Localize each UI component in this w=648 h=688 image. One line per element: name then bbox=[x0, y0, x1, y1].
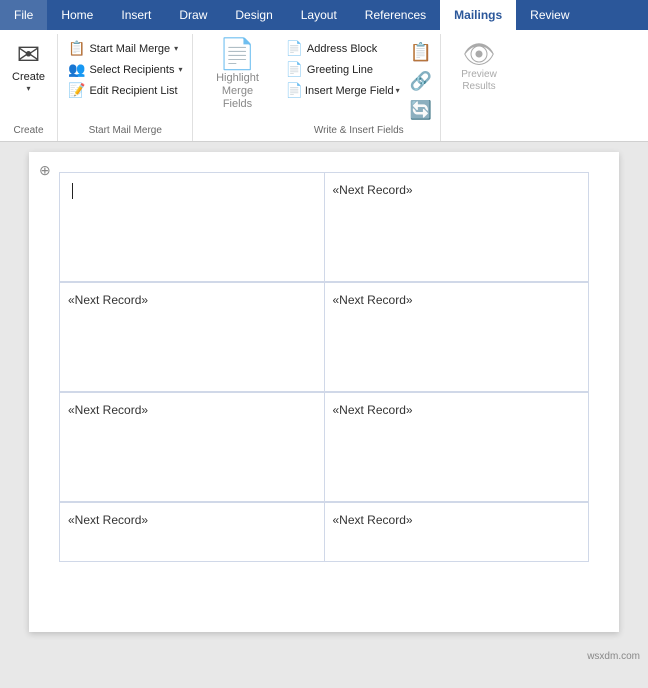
next-record-2-0: «Next Record» bbox=[68, 403, 148, 417]
ribbon: File Home Insert Draw Design Layout Refe… bbox=[0, 0, 648, 142]
insert-merge-field-icon: 📄 bbox=[285, 82, 302, 99]
start-mail-merge-label: Start Mail Merge bbox=[89, 43, 170, 55]
match-fields-icon: 🔗 bbox=[410, 71, 432, 92]
tab-file[interactable]: File bbox=[0, 0, 47, 30]
doc-cell-3-0: «Next Record» bbox=[59, 502, 324, 562]
tab-draw[interactable]: Draw bbox=[165, 0, 221, 30]
select-recipients-chevron: ▾ bbox=[178, 65, 182, 74]
edit-recipient-list-button[interactable]: 📝 Edit Recipient List bbox=[64, 80, 186, 101]
select-recipients-icon: 👥 bbox=[68, 61, 85, 78]
update-labels-icon: 🔄 bbox=[410, 100, 432, 121]
doc-cell-0-0 bbox=[59, 172, 324, 282]
highlight-label: Highlight Merge Fields bbox=[207, 72, 267, 112]
tab-bar: File Home Insert Draw Design Layout Refe… bbox=[0, 0, 648, 30]
start-mail-merge-button[interactable]: 📋 Start Mail Merge ▾ bbox=[64, 38, 186, 59]
next-record-3-0: «Next Record» bbox=[68, 513, 148, 527]
move-handle[interactable]: ⊕ bbox=[39, 162, 51, 179]
greeting-line-icon: 📄 bbox=[285, 61, 302, 78]
doc-cell-2-1: «Next Record» bbox=[324, 392, 590, 502]
create-label: Create bbox=[12, 71, 45, 84]
doc-row-3: «Next Record» «Next Record» bbox=[59, 502, 589, 562]
text-cursor bbox=[72, 183, 73, 199]
highlight-icon: 📄 bbox=[219, 40, 256, 70]
write-insert-group-label: Write & Insert Fields bbox=[281, 123, 436, 139]
doc-cell-1-0: «Next Record» bbox=[59, 282, 324, 392]
insert-merge-field-chevron: ▾ bbox=[396, 86, 400, 95]
document-area: ⊕ «Next Record» «Next Record» «Next Reco… bbox=[0, 142, 648, 688]
next-record-2-1: «Next Record» bbox=[333, 403, 413, 417]
next-record-3-1: «Next Record» bbox=[333, 513, 413, 527]
doc-row-0: «Next Record» bbox=[59, 172, 589, 282]
group-create: ✉ Create ▾ Create bbox=[0, 34, 58, 141]
doc-cell-2-0: «Next Record» bbox=[59, 392, 324, 502]
highlight-merge-fields-button[interactable]: 📄 Highlight Merge Fields bbox=[199, 36, 275, 116]
greeting-line-label: Greeting Line bbox=[307, 64, 373, 76]
doc-cell-0-1: «Next Record» bbox=[324, 172, 590, 282]
doc-cell-1-1: «Next Record» bbox=[324, 282, 590, 392]
start-mail-merge-icon: 📋 bbox=[68, 40, 85, 57]
rules-button[interactable]: 📋 bbox=[406, 40, 436, 65]
start-mail-merge-chevron: ▾ bbox=[174, 44, 178, 53]
create-chevron: ▾ bbox=[27, 84, 31, 93]
group-highlight: 📄 Highlight Merge Fields x bbox=[193, 34, 277, 141]
greeting-line-button[interactable]: 📄 Greeting Line bbox=[281, 59, 403, 80]
watermark: wsxdm.com bbox=[587, 651, 640, 662]
preview-results-button[interactable]: 👁 Preview Results bbox=[447, 36, 511, 98]
preview-icon: 👁 bbox=[463, 41, 496, 67]
tab-review[interactable]: Review bbox=[516, 0, 583, 30]
select-recipients-label: Select Recipients bbox=[89, 64, 174, 76]
update-labels-button[interactable]: 🔄 bbox=[406, 98, 436, 123]
doc-cell-3-1: «Next Record» bbox=[324, 502, 590, 562]
tab-home[interactable]: Home bbox=[47, 0, 107, 30]
edit-recipient-list-icon: 📝 bbox=[68, 82, 85, 99]
address-block-button[interactable]: 📄 Address Block bbox=[281, 38, 403, 59]
tab-design[interactable]: Design bbox=[221, 0, 286, 30]
address-block-icon: 📄 bbox=[285, 40, 302, 57]
next-record-0-1: «Next Record» bbox=[333, 183, 413, 197]
ribbon-body: ✉ Create ▾ Create 📋 Start Mail Merge ▾ 👥 bbox=[0, 30, 648, 141]
next-record-1-1: «Next Record» bbox=[333, 293, 413, 307]
rules-icon: 📋 bbox=[410, 42, 432, 63]
match-fields-button[interactable]: 🔗 bbox=[406, 69, 436, 94]
create-icon: ✉ bbox=[17, 41, 40, 69]
tab-layout[interactable]: Layout bbox=[287, 0, 351, 30]
tab-insert[interactable]: Insert bbox=[107, 0, 165, 30]
create-button[interactable]: ✉ Create ▾ bbox=[6, 36, 51, 98]
preview-label: Preview Results bbox=[453, 69, 505, 93]
next-record-1-0: «Next Record» bbox=[68, 293, 148, 307]
group-write-insert: 📄 Address Block 📄 Greeting Line 📄 Insert… bbox=[277, 34, 441, 141]
edit-recipient-list-label: Edit Recipient List bbox=[89, 85, 177, 97]
start-mail-merge-group-label: Start Mail Merge bbox=[64, 123, 186, 139]
create-group-label: Create bbox=[6, 123, 51, 139]
insert-merge-field-button[interactable]: 📄 Insert Merge Field ▾ bbox=[281, 80, 403, 101]
insert-merge-field-label: Insert Merge Field bbox=[305, 85, 394, 97]
group-start-mail-merge: 📋 Start Mail Merge ▾ 👥 Select Recipients… bbox=[58, 34, 193, 141]
document-page: ⊕ «Next Record» «Next Record» «Next Reco… bbox=[29, 152, 619, 632]
group-preview: 👁 Preview Results x bbox=[441, 34, 517, 141]
select-recipients-button[interactable]: 👥 Select Recipients ▾ bbox=[64, 59, 186, 80]
doc-row-2: «Next Record» «Next Record» bbox=[59, 392, 589, 502]
tab-mailings[interactable]: Mailings bbox=[440, 0, 516, 30]
address-block-label: Address Block bbox=[307, 43, 377, 55]
doc-row-1: «Next Record» «Next Record» bbox=[59, 282, 589, 392]
tab-references[interactable]: References bbox=[351, 0, 440, 30]
